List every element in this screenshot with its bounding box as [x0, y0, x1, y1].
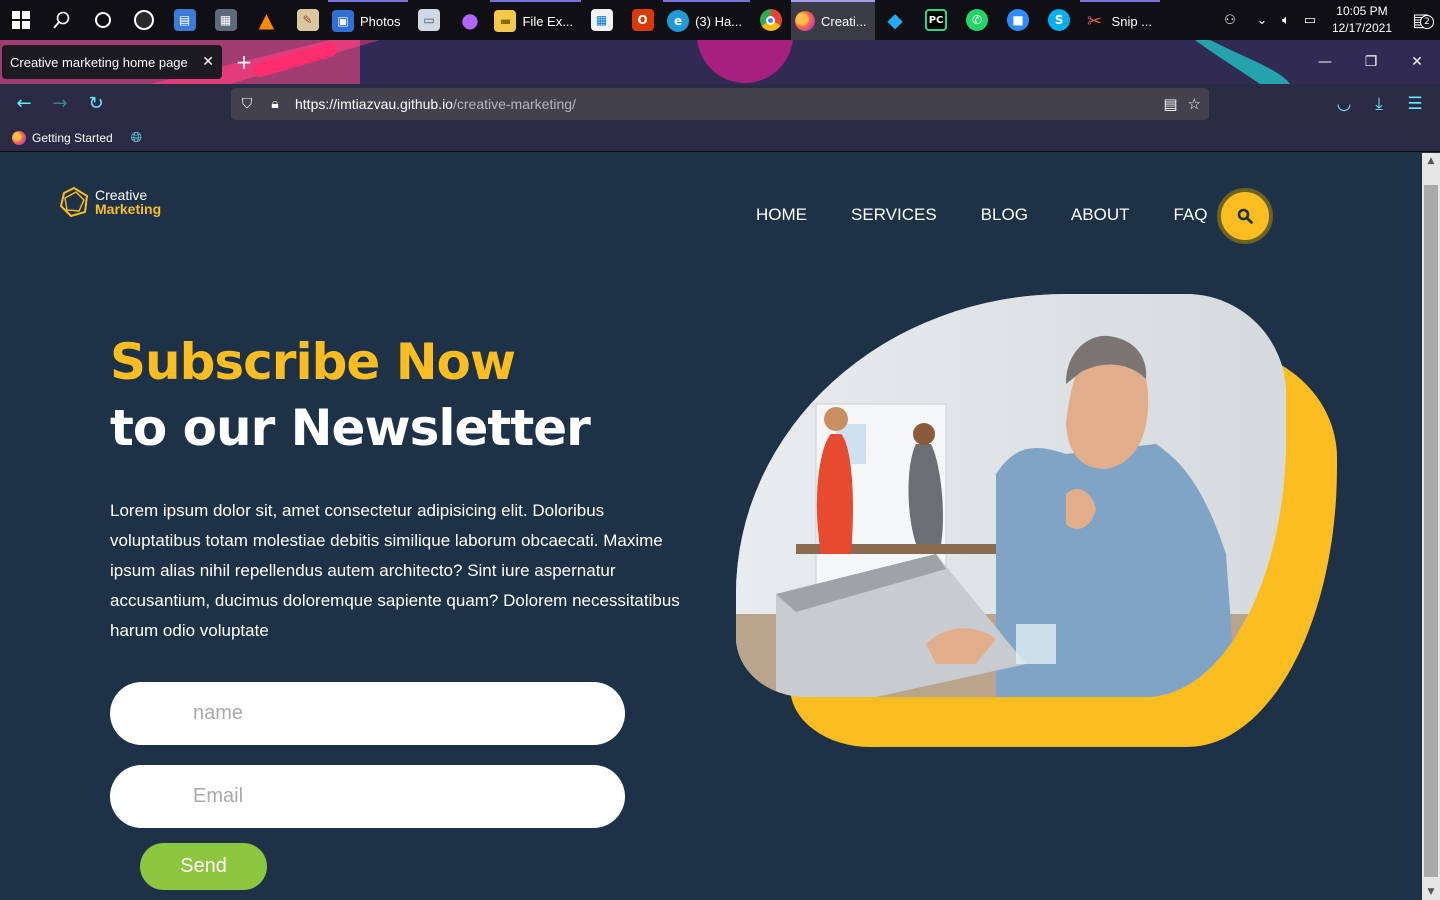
name-input[interactable]	[110, 682, 625, 745]
lock-icon[interactable]: 🔒︎	[261, 96, 289, 112]
bookmarks-toolbar: Getting Started 🌐︎	[0, 124, 1440, 152]
chrome-icon[interactable]	[750, 0, 791, 40]
bookmark-getting-started[interactable]: Getting Started	[32, 131, 113, 145]
store-icon[interactable]: ▦	[581, 0, 622, 40]
skype-icon[interactable]: S	[1039, 0, 1080, 40]
headline-subscribe: Subscribe Now	[110, 333, 516, 391]
notification-count: 2	[1420, 14, 1434, 29]
calculator-icon[interactable]: ▦	[205, 0, 246, 40]
site-logo[interactable]: Creative Marketing	[59, 186, 161, 218]
tab-title: Creative marketing home page	[10, 54, 188, 70]
pinned-app-icon[interactable]: ▤	[164, 0, 205, 40]
search-icon[interactable]	[41, 0, 82, 40]
bookmark-star-icon[interactable]: ☆	[1188, 95, 1201, 113]
close-tab-icon[interactable]: ✕	[202, 54, 214, 70]
paint-icon[interactable]: ✎	[287, 0, 328, 40]
nav-services[interactable]: SERVICES	[851, 205, 937, 225]
windows-logo-icon	[11, 11, 30, 29]
cortana-icon[interactable]	[82, 0, 123, 40]
office-icon[interactable]: O	[622, 0, 663, 40]
headline-newsletter: to our Newsletter	[110, 399, 591, 457]
scroll-up-arrow-icon[interactable]: ▲	[1422, 153, 1440, 169]
pocket-icon[interactable]: ◡	[1332, 92, 1356, 116]
menu-hamburger-icon[interactable]: ☰	[1403, 92, 1427, 116]
send-button[interactable]: Send	[140, 843, 267, 890]
back-button[interactable]: ←	[10, 90, 38, 118]
vscode-icon[interactable]: ◆	[875, 0, 916, 40]
email-input[interactable]	[110, 765, 625, 828]
main-nav: HOME SERVICES BLOG ABOUT FAQ	[756, 205, 1208, 225]
reader-view-icon[interactable]: ▤	[1163, 95, 1177, 113]
browser-tab-active[interactable]: Creative marketing home page ✕	[2, 45, 222, 79]
system-tray: ⚇ ⌄ 🔈︎ ▭ 10:05 PM 12/17/2021 ▤2	[1218, 0, 1440, 40]
chevron-up-icon[interactable]: ⌄	[1250, 13, 1274, 28]
nav-home[interactable]: HOME	[756, 205, 807, 225]
page-scrollbar[interactable]: ▲ ▼	[1422, 153, 1440, 900]
logo-line-1: Creative	[95, 187, 148, 203]
logo-line-2: Marketing	[95, 201, 162, 217]
taskbar-app-edge[interactable]: e (3) Ha...	[663, 0, 751, 40]
intro-paragraph: Lorem ipsum dolor sit, amet consectetur …	[110, 501, 680, 640]
downloads-icon[interactable]: ⤓	[1367, 92, 1391, 116]
nav-blog[interactable]: BLOG	[981, 205, 1028, 225]
taskbar-app-file-explorer[interactable]: ▬ File Ex...	[490, 0, 582, 40]
minimize-button[interactable]: —	[1302, 40, 1348, 84]
start-button[interactable]	[0, 0, 41, 40]
taskbar-app-firefox[interactable]: Creati...	[791, 0, 875, 40]
scroll-down-arrow-icon[interactable]: ▼	[1422, 884, 1440, 900]
scissors-icon: ✂	[1087, 10, 1103, 32]
close-window-button[interactable]: ✕	[1394, 40, 1440, 84]
taskbar-app-snip[interactable]: ✂ Snip ...	[1079, 0, 1161, 40]
photos-icon: ▣	[332, 10, 354, 32]
hero-photo	[736, 294, 1286, 697]
pycharm-icon[interactable]: PC	[916, 0, 957, 40]
forward-button[interactable]: →	[46, 90, 74, 118]
windows-taskbar: ▤ ▦ ▲ ✎ ▣ Photos ▭ ● ▬ File Ex... ▦ O e …	[0, 0, 1440, 40]
nav-faq[interactable]: FAQ	[1173, 205, 1207, 225]
office-man-laptop-image	[736, 294, 1286, 697]
scrollbar-thumb[interactable]	[1424, 185, 1438, 877]
browser-tab-bar: Creative marketing home page ✕ + — ❐ ✕	[0, 40, 1440, 84]
firefox-icon	[12, 130, 26, 145]
shield-icon[interactable]: ⛉	[233, 96, 261, 112]
taskbar-app-photos[interactable]: ▣ Photos	[328, 0, 409, 40]
new-tab-button[interactable]: +	[232, 50, 256, 74]
search-icon	[1237, 208, 1253, 224]
zoom-icon[interactable]: ■	[998, 0, 1039, 40]
nav-about[interactable]: ABOUT	[1071, 205, 1130, 225]
pinned-app-icon[interactable]	[123, 0, 164, 40]
volume-icon[interactable]: 🔈︎	[1274, 13, 1298, 28]
restore-button[interactable]: ❐	[1348, 40, 1394, 84]
logo-mark-icon	[59, 186, 89, 218]
url-text[interactable]: https://imtiazvau.github.io/creative-mar…	[295, 96, 576, 112]
reload-button[interactable]: ↻	[82, 90, 110, 118]
browser-nav-toolbar: ← → ↻ ⛉ 🔒︎ https://imtiazvau.github.io/c…	[0, 84, 1440, 124]
notification-center-icon[interactable]: ▤2	[1402, 10, 1440, 31]
people-icon[interactable]: ⚇	[1218, 13, 1242, 28]
clock-time: 10:05 PM	[1336, 4, 1388, 18]
whatsapp-icon[interactable]: ✆	[957, 0, 998, 40]
globe-icon[interactable]: 🌐︎	[131, 130, 142, 146]
web-page: Creative Marketing HOME SERVICES BLOG AB…	[0, 153, 1422, 900]
search-button[interactable]	[1217, 188, 1273, 244]
url-bar[interactable]: ⛉ 🔒︎ https://imtiazvau.github.io/creativ…	[231, 88, 1209, 120]
network-icon[interactable]: ▭	[1298, 13, 1322, 28]
drop-app-icon[interactable]: ●	[449, 0, 490, 40]
firefox-icon	[795, 11, 816, 31]
clock[interactable]: 10:05 PM 12/17/2021	[1322, 3, 1402, 37]
vlc-icon[interactable]: ▲	[246, 0, 287, 40]
folder-icon: ▬	[494, 10, 517, 32]
clock-date: 12/17/2021	[1331, 21, 1392, 35]
edge-icon: e	[667, 10, 690, 32]
pinned-app-icon[interactable]: ▭	[408, 0, 449, 40]
